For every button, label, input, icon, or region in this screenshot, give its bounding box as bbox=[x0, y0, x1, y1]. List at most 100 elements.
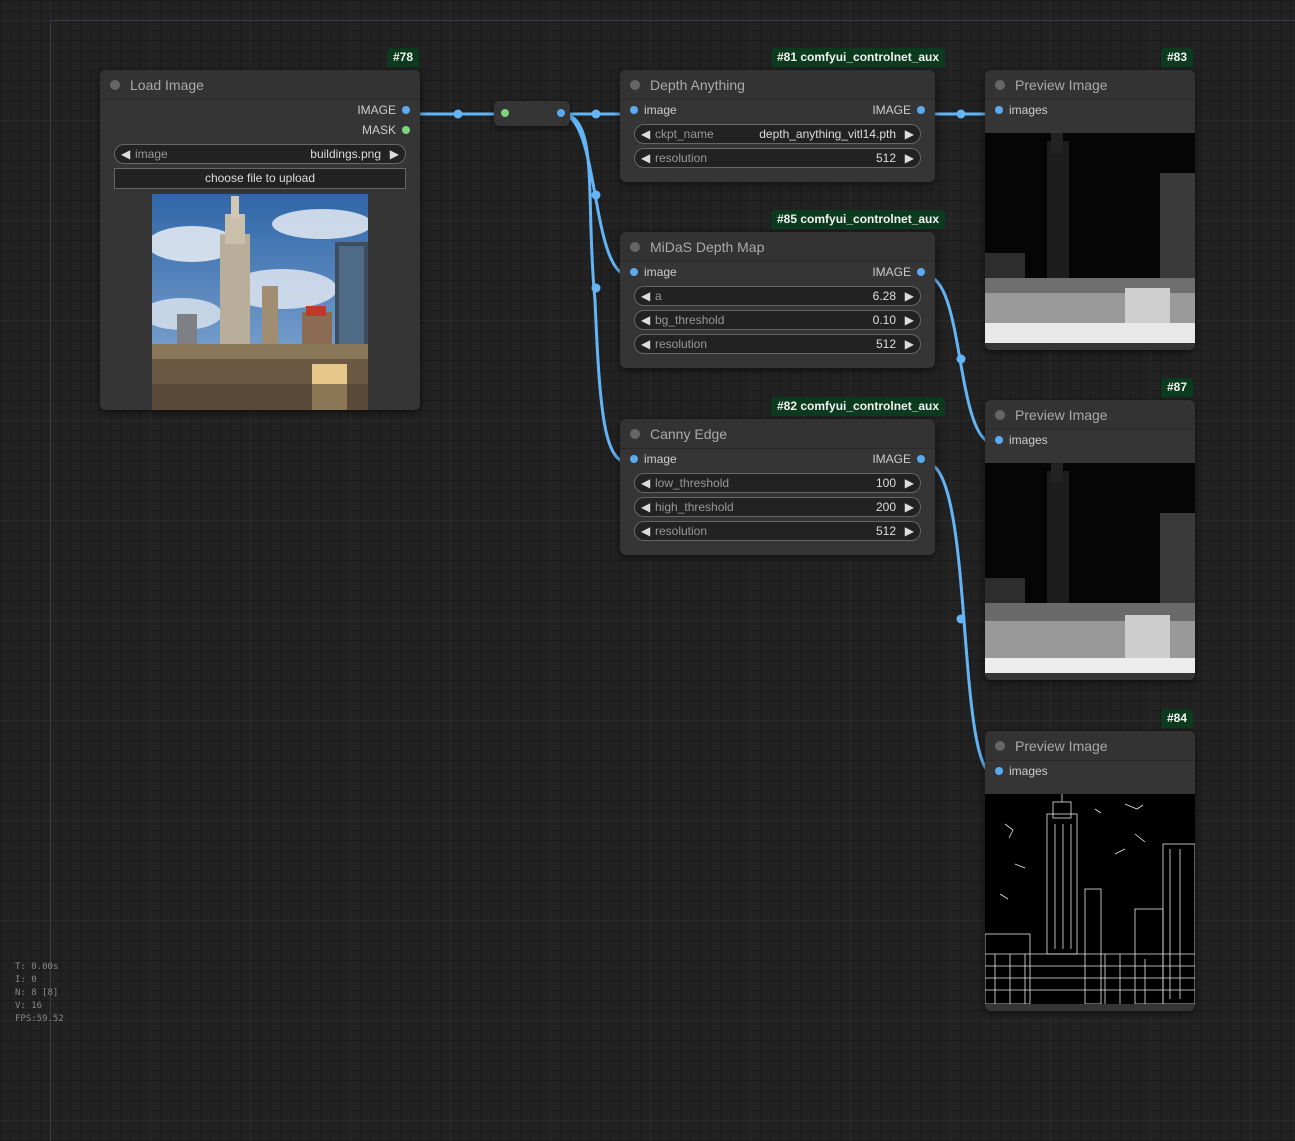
image-combo-widget[interactable]: ◀ image buildings.png ▶ bbox=[114, 144, 406, 164]
depth-anything-node[interactable]: Depth Anything image IMAGE ◀ ckpt_name d… bbox=[620, 70, 935, 182]
input-label: images bbox=[1009, 764, 1048, 778]
widget-label: bg_threshold bbox=[655, 313, 725, 327]
increment-arrow-icon[interactable]: ▶ bbox=[905, 337, 914, 351]
load-image-node[interactable]: Load Image IMAGE MASK ◀ image buildings.… bbox=[100, 70, 420, 410]
collapse-dot-icon[interactable] bbox=[630, 79, 640, 90]
decrement-arrow-icon[interactable]: ◀ bbox=[641, 313, 650, 327]
decrement-arrow-icon[interactable]: ◀ bbox=[641, 476, 650, 490]
output-dot-icon[interactable] bbox=[917, 106, 925, 114]
output-slot-image[interactable]: IMAGE bbox=[100, 100, 420, 120]
output-dot-icon[interactable] bbox=[402, 106, 410, 114]
node-title-bar[interactable]: MiDaS Depth Map bbox=[620, 232, 935, 262]
node-title-bar[interactable]: Canny Edge bbox=[620, 419, 935, 449]
input-dot-icon[interactable] bbox=[995, 767, 1003, 775]
input-label: image bbox=[644, 265, 677, 279]
io-slot-row[interactable]: image IMAGE bbox=[620, 100, 935, 120]
widget-label: resolution bbox=[655, 337, 708, 351]
collapse-dot-icon[interactable] bbox=[995, 740, 1005, 751]
link-midpoint bbox=[956, 614, 966, 624]
input-dot-icon[interactable] bbox=[995, 106, 1003, 114]
increment-arrow-icon[interactable]: ▶ bbox=[905, 313, 914, 327]
decrement-arrow-icon[interactable]: ◀ bbox=[641, 151, 650, 165]
output-dot-icon[interactable] bbox=[917, 455, 925, 463]
node-id-badge: #81 comfyui_controlnet_aux bbox=[771, 48, 946, 67]
output-slot-mask[interactable]: MASK bbox=[100, 120, 420, 140]
preview-image-node-87[interactable]: Preview Image images bbox=[985, 400, 1195, 680]
ckpt-name-widget[interactable]: ◀ ckpt_name depth_anything_vitl14.pth ▶ bbox=[634, 124, 921, 144]
node-id-badge: #85 comfyui_controlnet_aux bbox=[771, 210, 946, 229]
increment-arrow-icon[interactable]: ▶ bbox=[905, 524, 914, 538]
increment-arrow-icon[interactable]: ▶ bbox=[905, 500, 914, 514]
widget-value: 0.10 bbox=[872, 313, 896, 327]
decrement-arrow-icon[interactable]: ◀ bbox=[641, 524, 650, 538]
output-label: IMAGE bbox=[872, 103, 911, 117]
collapse-dot-icon[interactable] bbox=[995, 409, 1005, 420]
reroute-node[interactable] bbox=[494, 101, 570, 126]
decrement-arrow-icon[interactable]: ◀ bbox=[641, 337, 650, 351]
resolution-widget[interactable]: ◀ resolution 512 ▶ bbox=[634, 148, 921, 168]
io-slot-row[interactable]: images bbox=[985, 100, 1195, 120]
low-threshold-widget[interactable]: ◀ low_threshold 100 ▶ bbox=[634, 473, 921, 493]
stat-time: T: 0.00s bbox=[15, 962, 59, 972]
collapse-dot-icon[interactable] bbox=[995, 79, 1005, 90]
node-title-bar[interactable]: Preview Image bbox=[985, 400, 1195, 430]
io-slot-row[interactable]: images bbox=[985, 430, 1195, 450]
node-id-badge: #83 bbox=[1161, 48, 1194, 67]
input-dot-icon[interactable] bbox=[995, 436, 1003, 444]
output-dot-icon[interactable] bbox=[402, 126, 410, 134]
collapse-dot-icon[interactable] bbox=[630, 241, 640, 252]
widget-value: buildings.png bbox=[310, 147, 381, 161]
node-title: Load Image bbox=[130, 76, 204, 93]
node-title-bar[interactable]: Load Image bbox=[100, 70, 420, 100]
node-title-bar[interactable]: Preview Image bbox=[985, 731, 1195, 761]
io-slot-row[interactable]: images bbox=[985, 761, 1195, 781]
a-widget[interactable]: ◀ a 6.28 ▶ bbox=[634, 286, 921, 306]
output-label: IMAGE bbox=[872, 265, 911, 279]
link-midpoint bbox=[591, 283, 601, 293]
node-title: Depth Anything bbox=[650, 76, 745, 93]
decrement-arrow-icon[interactable]: ◀ bbox=[641, 289, 650, 303]
depth-preview-image bbox=[985, 133, 1195, 343]
high-threshold-widget[interactable]: ◀ high_threshold 200 ▶ bbox=[634, 497, 921, 517]
collapse-dot-icon[interactable] bbox=[630, 428, 640, 439]
decrement-arrow-icon[interactable]: ◀ bbox=[641, 127, 650, 141]
bg-threshold-widget[interactable]: ◀ bg_threshold 0.10 ▶ bbox=[634, 310, 921, 330]
canny-edge-node[interactable]: Canny Edge image IMAGE ◀ low_threshold 1… bbox=[620, 419, 935, 555]
output-dot-icon[interactable] bbox=[917, 268, 925, 276]
collapse-dot-icon[interactable] bbox=[110, 79, 120, 90]
output-label: IMAGE bbox=[357, 103, 396, 117]
render-stats: T: 0.00s I: 0 N: 8 [8] V: 16 FPS:59.52 bbox=[15, 961, 64, 1026]
widget-label: resolution bbox=[655, 524, 708, 538]
preview-image-node-83[interactable]: Preview Image images bbox=[985, 70, 1195, 350]
io-slot-row[interactable]: image IMAGE bbox=[620, 262, 935, 282]
decrement-arrow-icon[interactable]: ◀ bbox=[121, 147, 130, 161]
increment-arrow-icon[interactable]: ▶ bbox=[390, 147, 399, 161]
midas-depth-map-node[interactable]: MiDaS Depth Map image IMAGE ◀ a 6.28 ▶ ◀… bbox=[620, 232, 935, 368]
reroute-input-dot-icon[interactable] bbox=[501, 109, 509, 117]
widget-value: 200 bbox=[875, 500, 896, 514]
node-title: Canny Edge bbox=[650, 425, 728, 442]
widget-value: depth_anything_vitl14.pth bbox=[759, 127, 896, 141]
preview-image-node-84[interactable]: Preview Image images bbox=[985, 731, 1195, 1011]
reroute-output-dot-icon[interactable] bbox=[557, 109, 565, 117]
increment-arrow-icon[interactable]: ▶ bbox=[905, 476, 914, 490]
node-title-bar[interactable]: Preview Image bbox=[985, 70, 1195, 100]
increment-arrow-icon[interactable]: ▶ bbox=[905, 127, 914, 141]
resolution-widget[interactable]: ◀ resolution 512 ▶ bbox=[634, 334, 921, 354]
widget-label: resolution bbox=[655, 151, 708, 165]
input-dot-icon[interactable] bbox=[630, 268, 638, 276]
stat-visible: V: 16 bbox=[15, 1001, 43, 1011]
upload-button[interactable]: choose file to upload bbox=[114, 168, 406, 189]
decrement-arrow-icon[interactable]: ◀ bbox=[641, 500, 650, 514]
increment-arrow-icon[interactable]: ▶ bbox=[905, 151, 914, 165]
link-midpoint bbox=[453, 109, 463, 119]
input-dot-icon[interactable] bbox=[630, 455, 638, 463]
output-label: MASK bbox=[361, 123, 396, 137]
node-id-badge: #87 bbox=[1161, 378, 1194, 397]
input-dot-icon[interactable] bbox=[630, 106, 638, 114]
resolution-widget[interactable]: ◀ resolution 512 ▶ bbox=[634, 521, 921, 541]
node-title-bar[interactable]: Depth Anything bbox=[620, 70, 935, 100]
io-slot-row[interactable]: image IMAGE bbox=[620, 449, 935, 469]
widget-label: high_threshold bbox=[655, 500, 734, 514]
increment-arrow-icon[interactable]: ▶ bbox=[905, 289, 914, 303]
